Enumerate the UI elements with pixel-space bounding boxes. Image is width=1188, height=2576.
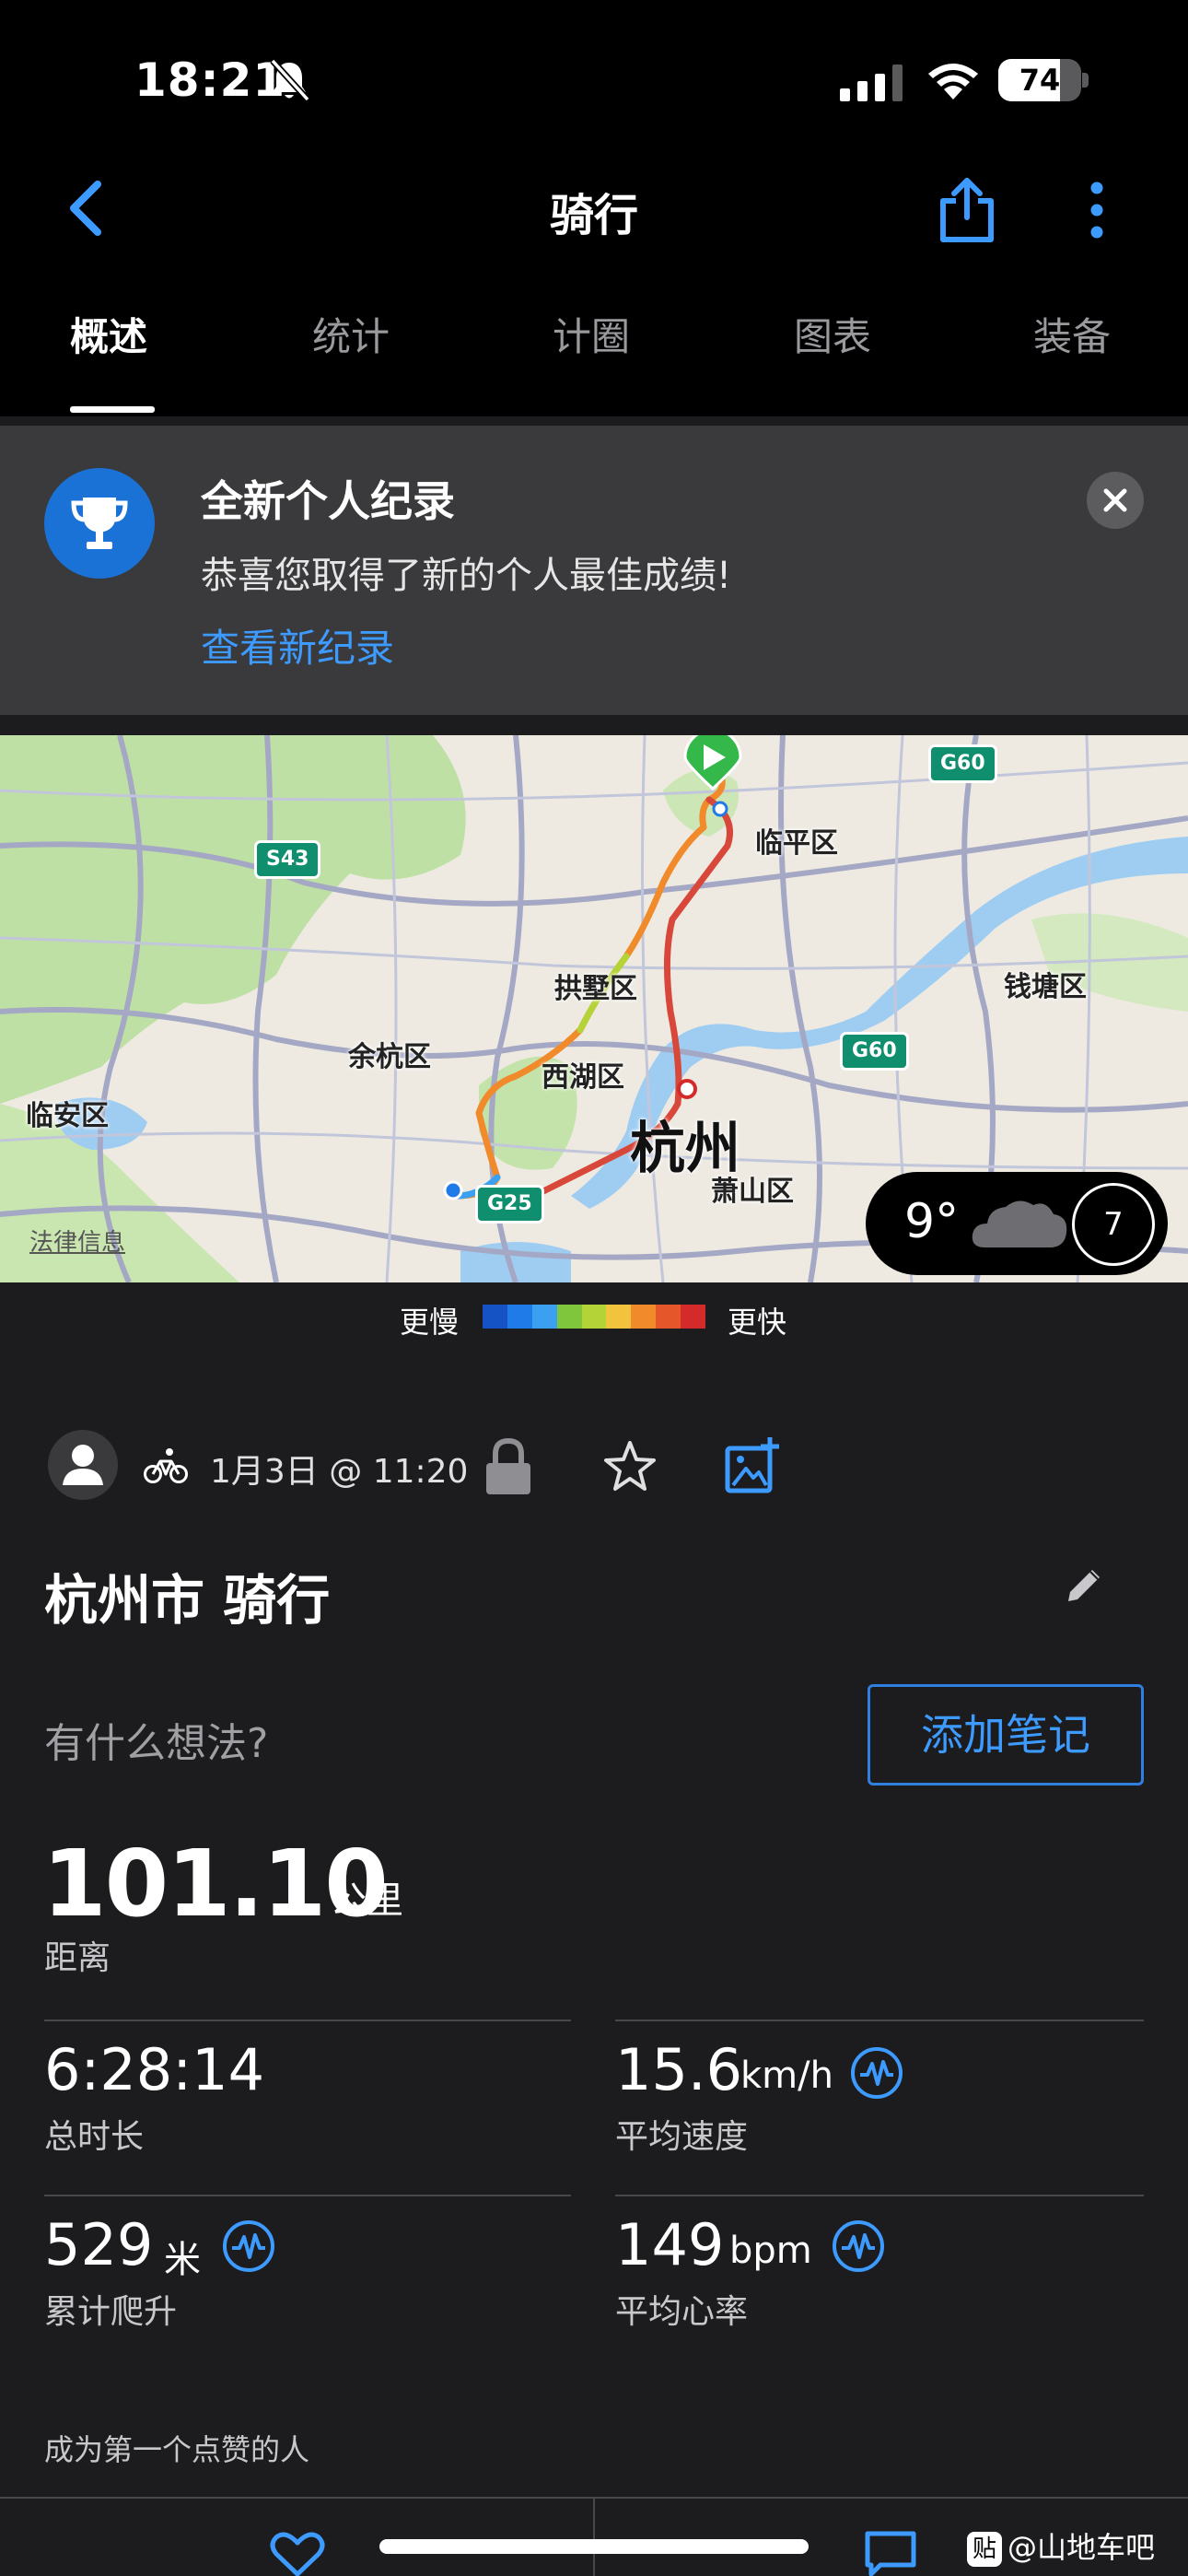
share-button[interactable] <box>938 175 996 243</box>
stats-divider <box>44 2020 571 2021</box>
tab-overview[interactable]: 概述 <box>70 306 147 362</box>
highway-shield-g25: G25 <box>475 1185 544 1224</box>
map-label-gongshu: 拱墅区 <box>554 973 637 1005</box>
distance-unit: 公里 <box>330 1879 403 1922</box>
avg-speed-value: 15.6 <box>615 2036 743 2103</box>
status-time: 18:21 <box>134 53 286 107</box>
ascent-value: 529 <box>44 2211 154 2278</box>
more-options-button[interactable] <box>1083 181 1111 240</box>
legend-color-segment <box>507 1305 532 1329</box>
page-title: 骑行 <box>549 190 638 241</box>
legend-color-segment <box>656 1305 681 1329</box>
like-prompt: 成为第一个点赞的人 <box>44 2432 310 2467</box>
legend-color-segment <box>681 1305 706 1329</box>
elevation-chart-icon[interactable] <box>221 2219 276 2274</box>
avg-speed-label: 平均速度 <box>615 2118 749 2156</box>
avg-heart-rate-unit: bpm <box>729 2230 812 2272</box>
map-label-xiaoshan: 萧山区 <box>711 1176 794 1208</box>
stats-divider <box>44 2195 571 2196</box>
weather-temperature: 9° <box>904 1194 960 1249</box>
comment-icon[interactable] <box>864 2530 917 2576</box>
legend-color-segment <box>531 1305 557 1329</box>
wifi-icon <box>928 64 978 100</box>
stats-divider <box>615 2195 1144 2196</box>
wind-speed-indicator: 7 <box>1072 1183 1155 1266</box>
view-new-records-link[interactable]: 查看新纪录 <box>201 617 394 673</box>
tab-bar: 概述 统计 计圈 图表 装备 <box>0 306 1188 416</box>
highway-shield-g60-top: G60 <box>928 744 997 783</box>
map-label-yuhang: 余杭区 <box>348 1041 431 1073</box>
activity-date: 1月3日 @ 11:20 <box>210 1453 469 1491</box>
legend-color-segment <box>631 1305 657 1329</box>
highway-shield-s43: S43 <box>254 840 321 879</box>
avg-heart-rate-value: 149 <box>615 2211 725 2278</box>
thoughts-prompt[interactable]: 有什么想法? <box>44 1710 268 1769</box>
watermark: 贴 @山地车吧 <box>967 2524 1155 2567</box>
home-indicator <box>379 2539 809 2554</box>
star-icon[interactable] <box>602 1439 658 1494</box>
highway-shield-g60-mid: G60 <box>840 1032 909 1071</box>
personal-record-banner: 全新个人纪录 恭喜您取得了新的个人最佳成绩! 查看新纪录 <box>0 426 1188 715</box>
tieba-icon: 贴 <box>967 2532 1002 2567</box>
map-label-qiantang: 钱塘区 <box>1004 971 1087 1003</box>
add-note-button[interactable]: 添加笔记 <box>868 1684 1144 1786</box>
lock-icon[interactable] <box>483 1437 534 1496</box>
top-bar: 18:21 74 骑行 概述 统计 计圈 图表 装备 <box>0 0 1188 416</box>
tab-gear[interactable]: 装备 <box>1033 306 1111 362</box>
activity-title: 杭州市 骑行 <box>44 1569 331 1632</box>
heart-rate-chart-icon[interactable] <box>831 2219 886 2274</box>
legend-faster-label: 更快 <box>728 1305 787 1340</box>
map-label-linping: 临平区 <box>755 827 838 860</box>
edit-pencil-icon[interactable] <box>1063 1564 1105 1607</box>
duration-value: 6:28:14 <box>44 2036 265 2103</box>
route-map[interactable]: 临平区 拱墅区 钱塘区 余杭区 西湖区 临安区 杭州 萧山区 G60 S43 G… <box>0 735 1188 1282</box>
avg-speed-unit: km/h <box>740 2055 833 2097</box>
map-label-xihu: 西湖区 <box>542 1061 624 1094</box>
weather-badge: 9° 7 <box>866 1172 1168 1275</box>
bell-off-icon <box>270 58 310 102</box>
banner-title: 全新个人纪录 <box>201 476 455 526</box>
trophy-badge <box>44 468 155 579</box>
banner-message: 恭喜您取得了新的个人最佳成绩! <box>201 555 732 597</box>
bottom-vertical-divider <box>593 2499 595 2576</box>
tab-charts[interactable]: 图表 <box>794 306 871 362</box>
banner-close-button[interactable] <box>1087 472 1144 529</box>
legal-info-link[interactable]: 法律信息 <box>29 1224 125 1258</box>
speed-legend: 更慢 更快 <box>0 1297 1188 1340</box>
stats-divider <box>615 2020 1144 2021</box>
legend-color-segment <box>581 1305 607 1329</box>
legend-color-bar <box>483 1305 706 1329</box>
duration-label: 总时长 <box>44 2118 145 2156</box>
ascent-label: 累计爬升 <box>44 2293 178 2331</box>
battery-indicator: 74 <box>998 59 1089 101</box>
battery-percent: 74 <box>1019 63 1061 98</box>
add-photo-icon[interactable] <box>724 1435 781 1494</box>
bicycle-icon <box>144 1448 188 1483</box>
avg-heart-rate-label: 平均心率 <box>615 2293 749 2331</box>
tab-laps[interactable]: 计圈 <box>553 306 630 362</box>
cellular-signal-icon <box>840 64 903 101</box>
watermark-text: @山地车吧 <box>1007 2530 1156 2565</box>
legend-color-segment <box>606 1305 632 1329</box>
cloud-icon <box>972 1200 1067 1247</box>
avatar[interactable] <box>48 1430 118 1500</box>
legend-color-segment <box>483 1305 507 1329</box>
trophy-icon <box>71 498 128 549</box>
speed-chart-icon[interactable] <box>849 2045 904 2101</box>
distance-label: 距离 <box>44 1939 111 1977</box>
user-icon <box>63 1445 103 1485</box>
tab-stats[interactable]: 统计 <box>312 306 390 362</box>
ascent-unit: 米 <box>164 2239 201 2281</box>
map-label-linan: 临安区 <box>26 1100 109 1132</box>
active-tab-indicator <box>70 406 155 413</box>
legend-slower-label: 更慢 <box>400 1305 460 1340</box>
legend-color-segment <box>556 1305 582 1329</box>
close-icon <box>1103 488 1127 512</box>
heart-icon[interactable] <box>269 2532 326 2576</box>
